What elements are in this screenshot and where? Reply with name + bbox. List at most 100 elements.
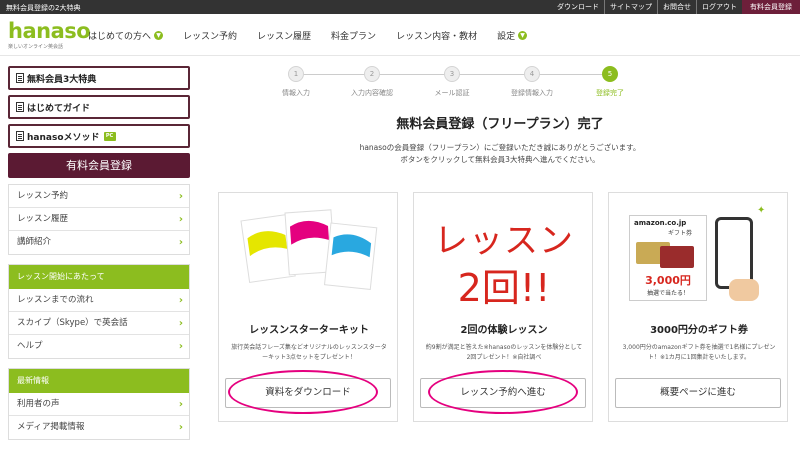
sidebar-button-label: hanasoメソッド: [27, 132, 100, 143]
nav-label: レッスン予約: [183, 32, 238, 42]
sitemap-link[interactable]: サイトマップ: [604, 0, 657, 14]
sidebar-menu-news: 最新情報 利用者の声 › メディア掲載情報 ›: [8, 368, 190, 440]
nav-beginners[interactable]: はじめての方へ ▼: [88, 29, 164, 42]
intro-line-2: ボタンをクリックして無料会員3大特典へ進んでください。: [400, 155, 600, 164]
sidebar-item-label: 利用者の声: [17, 399, 60, 409]
step-label: 登録情報入力: [511, 89, 553, 97]
nav-settings[interactable]: 設定 ▼: [497, 29, 528, 42]
logo[interactable]: hanaso 楽しいオンライン英会話: [8, 19, 91, 52]
sidebar-item-label: 講師紹介: [17, 237, 52, 247]
step-4: 4 登録情報入力: [492, 66, 572, 98]
sidebar-item-media[interactable]: メディア掲載情報 ›: [9, 416, 189, 439]
step-5-active: 5 登録完了: [570, 66, 650, 98]
sparkle-icon: ✦: [757, 205, 766, 216]
contact-link[interactable]: お問合せ: [657, 0, 696, 14]
trial-lesson-image: レッスン 2回!!: [414, 193, 594, 318]
step-label: 入力内容確認: [351, 89, 393, 97]
nav-label: はじめての方へ: [88, 32, 152, 42]
chevron-right-icon: ›: [178, 422, 183, 433]
gift-card-image: amazon.co.jp ギフト券 3,000円 抽選で当たる！ ✦: [609, 193, 789, 318]
sidebar-item-label: ヘルプ: [17, 341, 43, 351]
gift-amount: 3,000円: [645, 274, 691, 287]
sidebar-item-help[interactable]: ヘルプ ›: [9, 335, 189, 358]
chevron-down-icon: ▼: [154, 31, 164, 40]
step-number: 3: [444, 66, 460, 82]
sidebar-item-flow[interactable]: レッスンまでの流れ ›: [9, 289, 189, 312]
sidebar: 無料会員3大特典 はじめてガイド hanasoメソッド PC 有料会員登録 レッス…: [8, 66, 190, 449]
step-label: 情報入力: [282, 89, 310, 97]
sidebar-item-label: レッスンまでの流れ: [17, 295, 94, 305]
card-title: レッスンスターターキット: [249, 325, 369, 336]
chevron-right-icon: ›: [178, 214, 183, 225]
top-bar: 無料会員登録の2大特典 ダウンロード サイトマップ お問合せ ログアウト 有料会…: [0, 0, 800, 14]
sidebar-item-teachers[interactable]: 講師紹介 ›: [9, 231, 189, 254]
step-label: メール認証: [434, 89, 470, 97]
chevron-right-icon: ›: [178, 295, 183, 306]
sidebar-item-label: レッスン履歴: [17, 214, 69, 224]
sidebar-menu-lessons: レッスン予約 › レッスン履歴 › 講師紹介 ›: [8, 184, 190, 255]
chevron-right-icon: ›: [178, 237, 183, 248]
gift-card-visual: amazon.co.jp ギフト券 3,000円 抽選で当たる！: [629, 215, 707, 301]
trial-image-line-1: レッスン: [434, 221, 574, 261]
card-description: 3,000円分のamazonギフト券を抽選で1名様にプレゼント！※1カ月に1回集…: [622, 344, 776, 361]
nav-lesson-reservation[interactable]: レッスン予約: [183, 29, 237, 42]
step-number: 4: [524, 66, 540, 82]
logo-tagline: 楽しいオンライン英会話: [8, 44, 64, 50]
nav-label: 料金プラン: [331, 32, 377, 42]
logout-link[interactable]: ログアウト: [696, 0, 742, 14]
hand-icon: [729, 279, 759, 301]
view-overview-button[interactable]: 概要ページに進む: [615, 378, 781, 408]
download-materials-button[interactable]: 資料をダウンロード: [225, 378, 391, 408]
chevron-right-icon: ›: [178, 191, 183, 202]
card-title: 3000円分のギフト券: [650, 325, 748, 336]
sidebar-button-label: 無料会員3大特典: [27, 74, 97, 85]
registration-steps: 1 情報入力 2 入力内容確認 3 メール認証 4 登録情報入力 5 登録完了: [256, 66, 634, 100]
trial-image-line-2: 2回!!: [457, 266, 551, 310]
document-icon: [16, 131, 24, 141]
sidebar-item-testimonials[interactable]: 利用者の声 ›: [9, 393, 189, 416]
nav-lesson-history[interactable]: レッスン履歴: [257, 29, 311, 42]
sidebar-menu-getting-started: レッスン開始にあたって レッスンまでの流れ › スカイプ（Skype）で英会話 › …: [8, 264, 190, 359]
global-nav: はじめての方へ ▼ レッスン予約 レッスン履歴 料金プラン レッスン内容・教材 設…: [88, 29, 547, 42]
chevron-right-icon: ›: [178, 399, 183, 410]
sidebar-register-button[interactable]: 有料会員登録: [8, 153, 190, 178]
sidebar-item-label: メディア掲載情報: [17, 422, 85, 432]
step-1: 1 情報入力: [256, 66, 336, 98]
amazon-logo: amazon.co.jp: [634, 219, 687, 227]
gift-label: ギフト券: [668, 230, 693, 237]
sidebar-item-history[interactable]: レッスン履歴 ›: [9, 208, 189, 231]
document-icon: [16, 102, 24, 112]
nav-lesson-content[interactable]: レッスン内容・教材: [396, 29, 477, 42]
card-description: 約9割が満足と答えた※hanasoのレッスンを体験分として2回プレゼント！※自社…: [425, 344, 583, 361]
step-number: 1: [288, 66, 304, 82]
top-register-button[interactable]: 有料会員登録: [742, 0, 800, 14]
sidebar-button-label: はじめてガイド: [27, 103, 91, 114]
step-number: 5: [602, 66, 618, 82]
reserve-lesson-button[interactable]: レッスン予約へ進む: [420, 378, 586, 408]
logo-word: hanaso: [8, 19, 91, 43]
card-description: 旅行英会話フレーズ集などオリジナルのレッスンスターターキット3点セットをプレゼン…: [231, 344, 387, 361]
sidebar-benefits-button[interactable]: 無料会員3大特典: [8, 66, 190, 90]
sidebar-item-skype[interactable]: スカイプ（Skype）で英会話 ›: [9, 312, 189, 335]
step-number: 2: [364, 66, 380, 82]
nav-label: 設定: [497, 32, 516, 42]
pc-icon: PC: [103, 131, 116, 141]
sidebar-guide-button[interactable]: はじめてガイド: [8, 95, 190, 119]
sidebar-group-heading: レッスン開始にあたって: [9, 265, 189, 289]
nav-label: レッスン履歴: [257, 32, 312, 42]
starter-kit-image: [219, 193, 399, 318]
top-links: ダウンロード サイトマップ お問合せ ログアウト: [552, 0, 742, 14]
step-3: 3 メール認証: [412, 66, 492, 98]
sidebar-item-reservation[interactable]: レッスン予約 ›: [9, 185, 189, 208]
sidebar-group-heading: 最新情報: [9, 369, 189, 393]
top-tagline: 無料会員登録の2大特典: [6, 4, 81, 12]
gift-card-shape: [660, 246, 694, 268]
nav-pricing[interactable]: 料金プラン: [331, 29, 376, 42]
document-icon: [16, 73, 24, 83]
sidebar-item-label: スカイプ（Skype）で英会話: [17, 318, 128, 328]
sidebar-method-button[interactable]: hanasoメソッド PC: [8, 124, 190, 148]
benefit-card-gift-card: amazon.co.jp ギフト券 3,000円 抽選で当たる！ ✦ 3000円…: [608, 192, 788, 422]
nav-label: レッスン内容・教材: [396, 32, 478, 42]
intro-line-1: hanasoの会員登録（フリープラン）にご登録いただき誠にありがとうございます。: [359, 143, 641, 152]
download-link[interactable]: ダウンロード: [552, 0, 604, 14]
